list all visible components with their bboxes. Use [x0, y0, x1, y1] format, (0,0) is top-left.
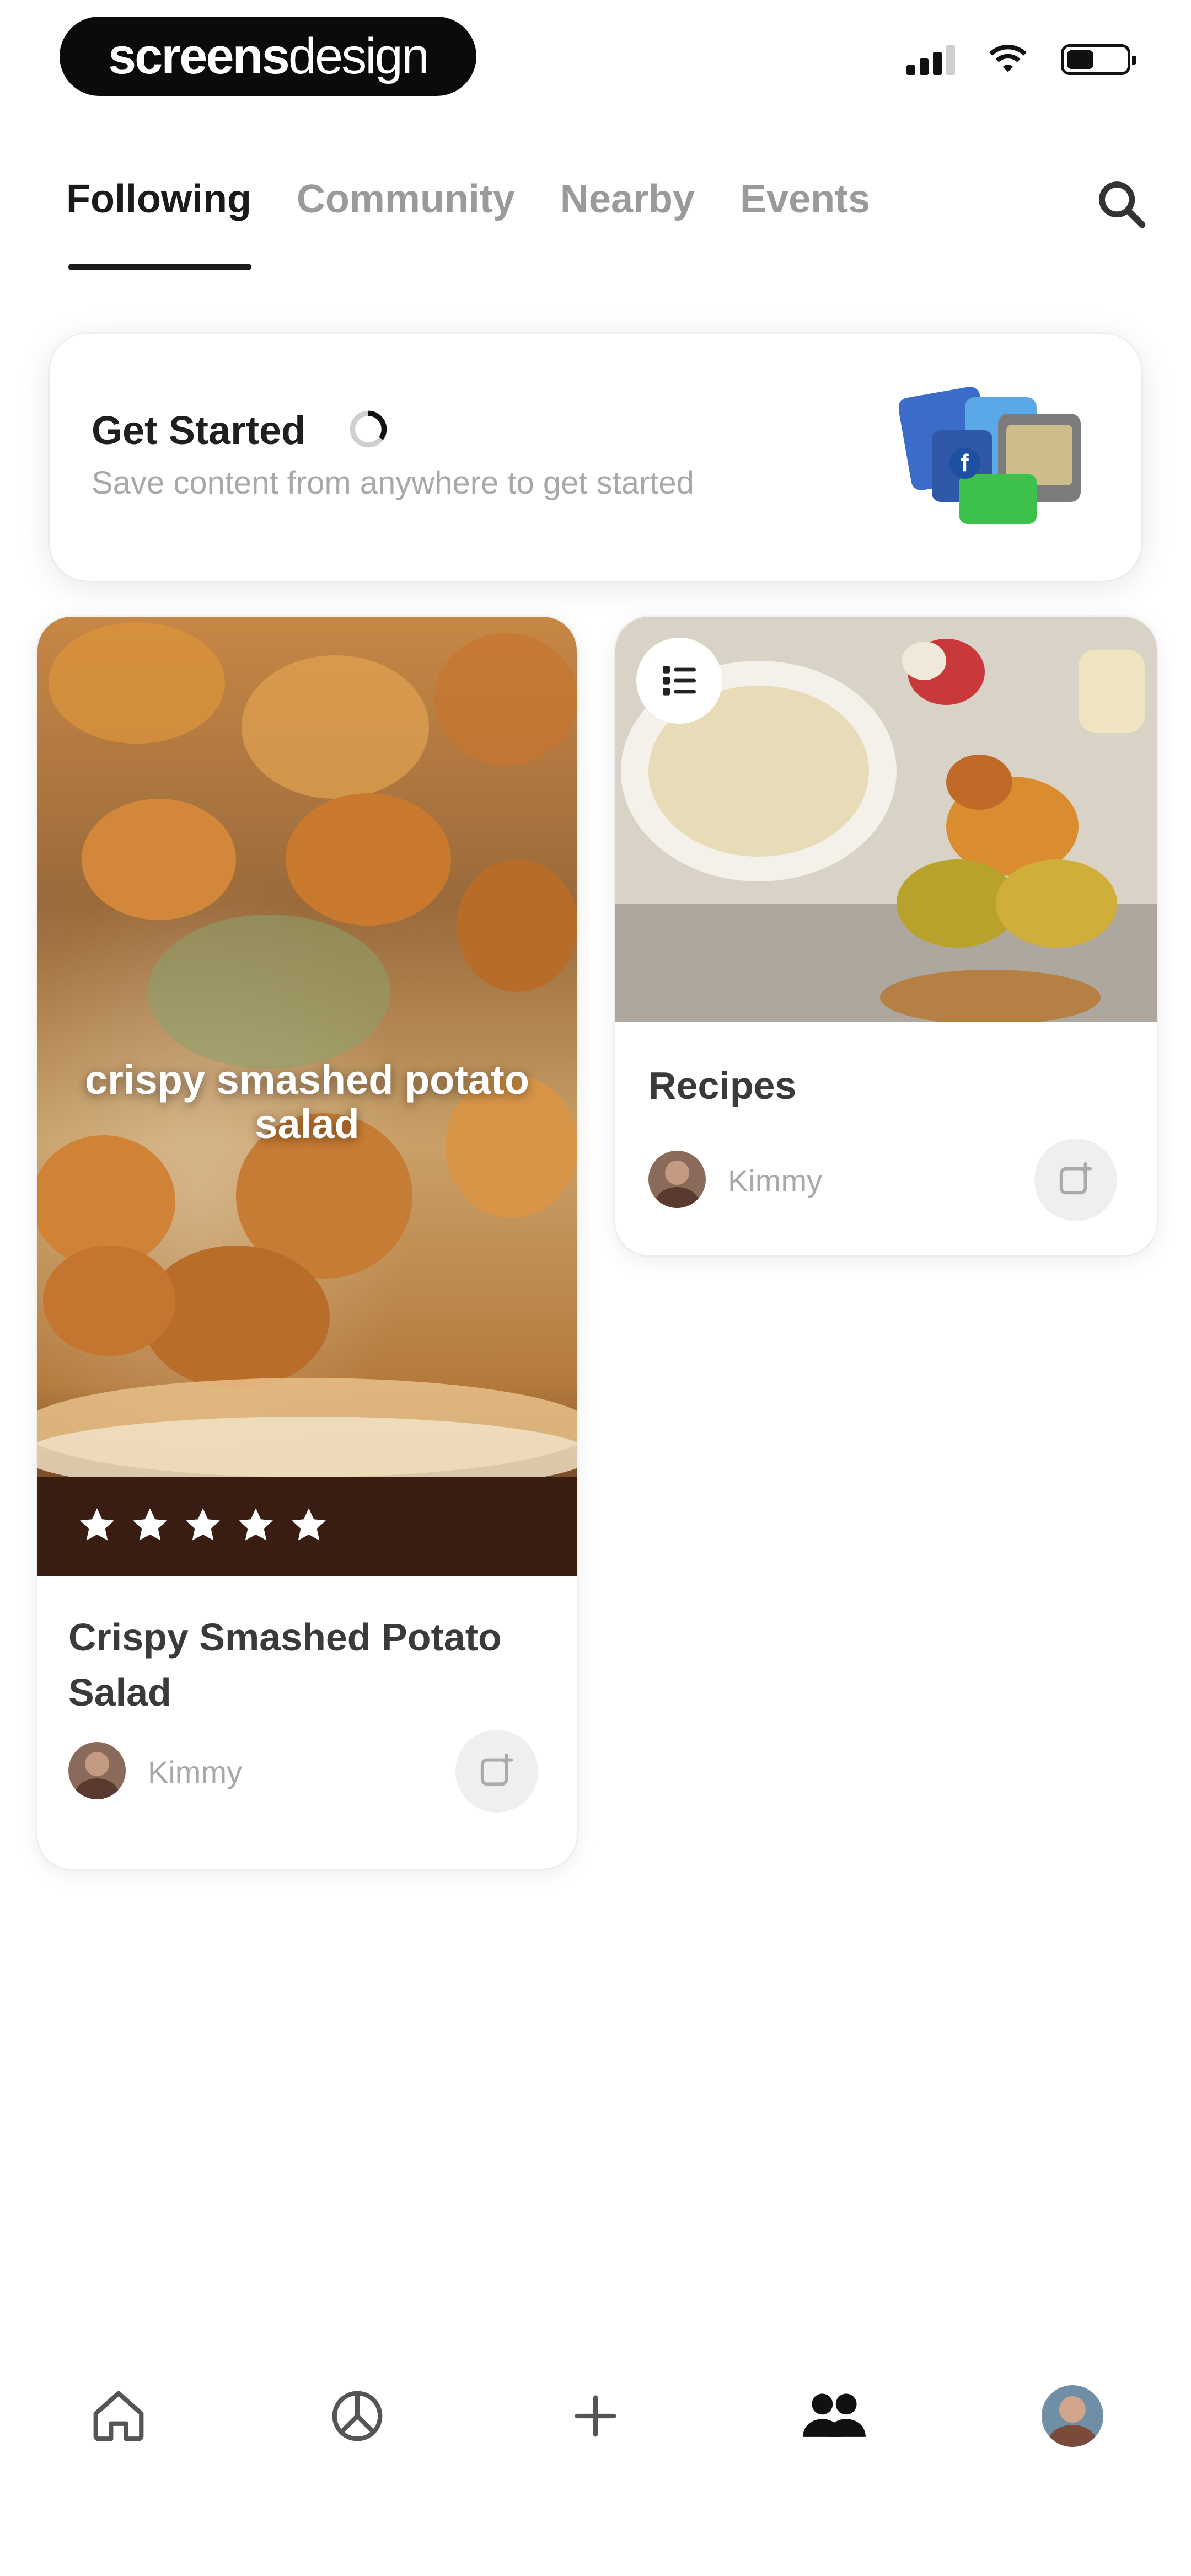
- active-tab-indicator: [68, 264, 251, 270]
- battery-icon: [1061, 44, 1136, 75]
- nav-following[interactable]: [798, 2380, 870, 2452]
- nav-create[interactable]: [560, 2380, 631, 2452]
- collection-card-recipes[interactable]: Recipes Kimmy: [615, 617, 1157, 1255]
- search-icon: [1099, 181, 1146, 228]
- feed-tabs: Following Community Nearby Events: [66, 177, 870, 222]
- nav-explore[interactable]: [321, 2380, 393, 2452]
- collection-badge: [636, 638, 722, 724]
- star-icon: [238, 1508, 273, 1541]
- star-icon: [291, 1508, 326, 1541]
- list-icon: [663, 666, 696, 696]
- save-button[interactable]: [455, 1730, 538, 1813]
- logo-text: screensdesign: [108, 28, 430, 84]
- collection-title: Recipes: [648, 1064, 797, 1107]
- author-avatar[interactable]: [648, 1151, 706, 1208]
- status-icons: [906, 44, 1136, 75]
- bookmark-add-icon: [1059, 1162, 1092, 1195]
- explore-icon: [332, 2391, 383, 2441]
- star-icon: [132, 1508, 168, 1541]
- save-button[interactable]: [1034, 1139, 1117, 1221]
- home-icon: [93, 2391, 144, 2441]
- author-name[interactable]: Kimmy: [728, 1163, 822, 1199]
- recipe-title: Crispy Smashed Potato Salad: [68, 1616, 502, 1714]
- collection-photo: [615, 617, 1157, 1022]
- profile-avatar-icon: [1042, 2385, 1103, 2447]
- nav-profile[interactable]: [1037, 2380, 1108, 2452]
- recipe-photo: crispy smashed potato salad: [37, 617, 577, 1576]
- get-started-title: Get Started: [92, 409, 306, 453]
- tab-following[interactable]: Following: [66, 177, 251, 222]
- svg-text:f: f: [961, 450, 969, 477]
- wifi-icon: [989, 45, 1027, 72]
- battery-level: [1067, 50, 1093, 69]
- progress-ring-icon: [350, 410, 387, 448]
- star-rating: [76, 1505, 330, 1547]
- app-collage-illustration: f: [899, 387, 1081, 524]
- cellular-signal-icon: [906, 44, 955, 75]
- app-logo: screensdesign: [60, 17, 476, 96]
- tab-nearby[interactable]: Nearby: [560, 177, 695, 222]
- star-icon: [185, 1508, 221, 1541]
- author-name[interactable]: Kimmy: [148, 1754, 242, 1790]
- bookmark-add-icon: [480, 1753, 513, 1786]
- get-started-subtitle: Save content from anywhere to get starte…: [92, 465, 694, 501]
- tab-community[interactable]: Community: [297, 177, 515, 222]
- people-icon: [803, 2393, 866, 2437]
- star-icon: [79, 1508, 115, 1541]
- search-button[interactable]: [1094, 177, 1149, 232]
- nav-home[interactable]: [83, 2380, 154, 2452]
- plus-icon: [575, 2395, 616, 2437]
- photo-caption: crispy smashed potato salad: [84, 1057, 529, 1147]
- recipe-card-potato-salad[interactable]: crispy smashed potato salad Crispy Smash…: [37, 617, 577, 1869]
- author-avatar[interactable]: [68, 1742, 126, 1799]
- tab-events[interactable]: Events: [740, 177, 870, 222]
